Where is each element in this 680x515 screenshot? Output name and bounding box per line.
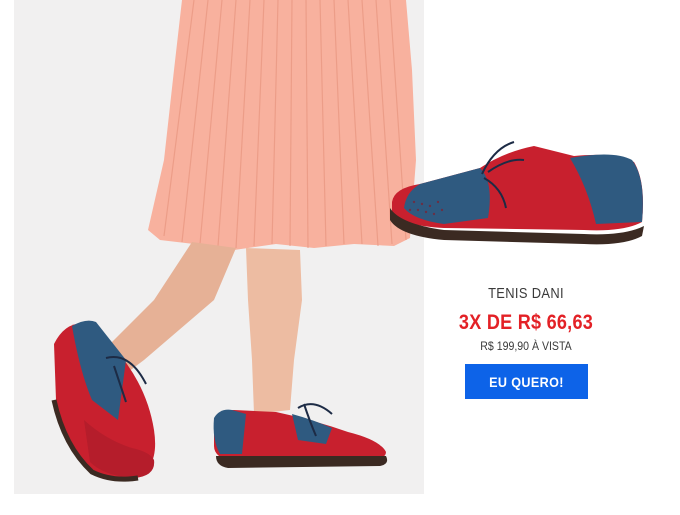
model-wearing-shoes-illustration — [51, 0, 416, 482]
product-shoe-image[interactable] — [384, 138, 646, 250]
product-name: TENIS DANI — [488, 285, 564, 302]
buy-button[interactable]: EU QUERO! — [464, 364, 588, 399]
model-photo — [14, 0, 424, 494]
product-info: TENIS DANI 3X DE R$ 66,63 R$ 199,90 À VI… — [440, 282, 612, 399]
installment-price: 3X DE R$ 66,63 — [458, 311, 594, 334]
buy-button-label: EU QUERO! — [488, 373, 564, 390]
cash-price: R$ 199,90 À VISTA — [480, 339, 572, 353]
